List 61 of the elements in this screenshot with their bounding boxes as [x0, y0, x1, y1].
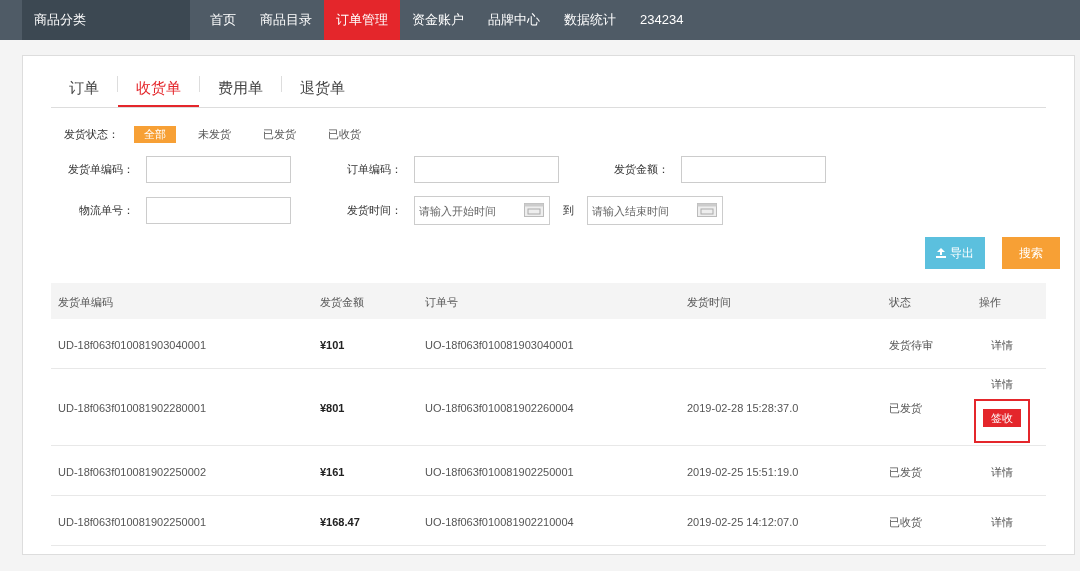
- table-cell: ¥161: [320, 465, 345, 478]
- tab[interactable]: 收货单: [118, 71, 199, 107]
- range-separator: 到: [562, 203, 575, 219]
- column-header: 发货金额: [320, 296, 364, 308]
- input-field[interactable]: [681, 156, 826, 183]
- input-field[interactable]: [414, 156, 559, 183]
- detail-link[interactable]: 详情: [991, 515, 1013, 528]
- field-label: 发货金额：: [613, 162, 670, 178]
- nav-item[interactable]: 订单管理: [324, 0, 400, 40]
- table-cell: ¥168.47: [320, 515, 360, 528]
- field-label: 物流单号：: [78, 203, 135, 219]
- nav-item[interactable]: 资金账户: [400, 0, 476, 40]
- tab[interactable]: 费用单: [200, 71, 281, 107]
- column-header: 发货时间: [687, 296, 731, 308]
- input-field[interactable]: [146, 197, 291, 224]
- nav-item[interactable]: 商品目录: [248, 0, 324, 40]
- table-cell: UO-18f063f010081902210004: [425, 515, 574, 528]
- date-field[interactable]: 请输入结束时间: [587, 196, 723, 225]
- nav-item[interactable]: 234234: [628, 0, 696, 40]
- table-cell: ¥801: [320, 402, 345, 414]
- date-field[interactable]: 请输入开始时间: [414, 196, 550, 225]
- table-cell: UD-18f063f010081902250001: [58, 515, 207, 528]
- detail-link[interactable]: 详情: [991, 378, 1013, 390]
- nav-item[interactable]: 首页: [198, 0, 248, 40]
- table-cell: 已收货: [889, 515, 922, 528]
- column-header: 订单号: [425, 296, 458, 308]
- field-label: 发货单编码：: [67, 162, 135, 178]
- detail-link[interactable]: 详情: [991, 338, 1013, 351]
- column-header: 发货单编码: [58, 296, 113, 308]
- column-header: 状态: [889, 296, 911, 308]
- upload-icon: [936, 248, 946, 258]
- sign-button[interactable]: 签收: [983, 409, 1021, 428]
- table-cell: UD-18f063f010081902250002: [58, 465, 207, 478]
- table-cell: 已发货: [889, 402, 922, 414]
- status-option[interactable]: 已发货: [253, 125, 306, 143]
- detail-link[interactable]: 详情: [991, 465, 1013, 478]
- tab[interactable]: 退货单: [282, 71, 363, 107]
- nav-item[interactable]: 品牌中心: [476, 0, 552, 40]
- table-cell: 2019-02-25 15:51:19.0: [687, 465, 799, 478]
- calendar-icon: [524, 203, 544, 217]
- table-cell: UO-18f063f010081902260004: [425, 402, 574, 414]
- table-cell: UO-18f063f010081903040001: [425, 338, 574, 351]
- table-cell: 已发货: [889, 465, 922, 478]
- table-cell: 2019-02-25 14:12:07.0: [687, 515, 799, 528]
- table-cell: UO-18f063f010081902250001: [425, 465, 574, 478]
- table-cell: ¥101: [320, 338, 345, 351]
- table-cell: 发货待审: [889, 338, 933, 351]
- input-field[interactable]: [146, 156, 291, 183]
- calendar-icon: [697, 203, 717, 217]
- tab[interactable]: 订单: [51, 71, 117, 107]
- status-option[interactable]: 未发货: [188, 125, 241, 143]
- table-cell: UD-18f063f010081903040001: [58, 338, 207, 351]
- status-option[interactable]: 已收货: [318, 125, 371, 143]
- category-menu[interactable]: 商品分类: [22, 0, 190, 40]
- table-cell: UD-18f063f010081902280001: [58, 402, 207, 414]
- field-label: 发货时间：: [346, 203, 403, 219]
- table-cell: 2019-02-28 15:28:37.0: [687, 402, 799, 414]
- field-label: 发货状态：: [63, 126, 120, 142]
- nav-item[interactable]: 数据统计: [552, 0, 628, 40]
- field-label: 订单编码：: [346, 162, 403, 178]
- column-header: 操作: [979, 296, 1001, 308]
